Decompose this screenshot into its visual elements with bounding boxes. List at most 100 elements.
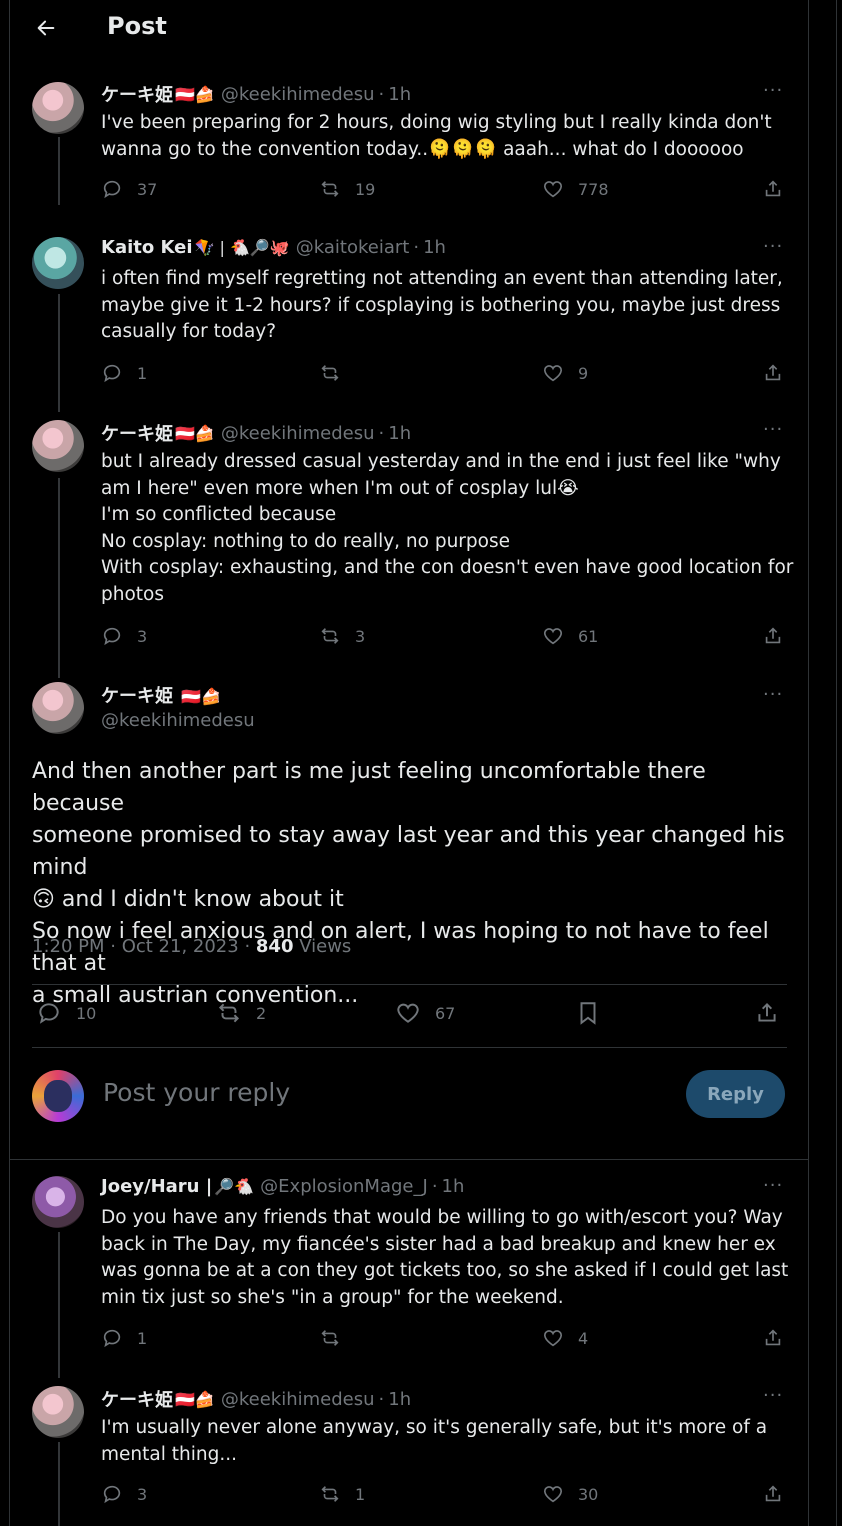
post-header: Joey/Haru | 🔎🐔 @ExplosionMage_J · 1h bbox=[101, 1176, 464, 1197]
like-button[interactable]: 4 bbox=[542, 1327, 588, 1349]
avatar[interactable] bbox=[32, 237, 84, 289]
timestamp[interactable]: 1h bbox=[388, 423, 411, 444]
like-icon bbox=[543, 1330, 563, 1347]
bookmark-button[interactable] bbox=[575, 1000, 601, 1026]
repost-button[interactable]: 3 bbox=[319, 625, 365, 647]
handle[interactable]: @kaitokeiart bbox=[296, 237, 410, 258]
display-name[interactable]: Joey/Haru | bbox=[101, 1176, 212, 1197]
like-button[interactable]: 9 bbox=[542, 362, 588, 384]
display-name[interactable]: ケーキ姫 bbox=[101, 686, 173, 707]
more-icon[interactable]: ··· bbox=[763, 419, 783, 440]
thread-connector bbox=[58, 294, 60, 412]
like-button[interactable]: 30 bbox=[542, 1483, 598, 1505]
display-name[interactable]: ケーキ姫 bbox=[101, 420, 173, 446]
repost-icon bbox=[218, 1003, 240, 1023]
like-count: 778 bbox=[578, 179, 609, 199]
handle[interactable]: @keekihimedesu bbox=[221, 1389, 375, 1410]
reply-icon bbox=[103, 1485, 121, 1504]
thread-connector bbox=[58, 478, 60, 678]
share-button[interactable] bbox=[762, 625, 784, 647]
avatar[interactable] bbox=[32, 82, 84, 134]
more-icon[interactable]: ··· bbox=[763, 1175, 783, 1196]
more-icon[interactable]: ··· bbox=[763, 236, 783, 257]
repost-count: 2 bbox=[256, 1003, 267, 1023]
sidebar-border bbox=[836, 0, 837, 1526]
divider bbox=[32, 984, 787, 985]
reply-button[interactable]: 10 bbox=[36, 1000, 96, 1026]
more-icon[interactable]: ··· bbox=[763, 80, 783, 101]
post-text: I've been preparing for 2 hours, doing w… bbox=[101, 112, 772, 160]
separator-dot: · bbox=[431, 1176, 438, 1197]
like-button[interactable]: 778 bbox=[542, 178, 609, 200]
like-button[interactable]: 67 bbox=[395, 1000, 455, 1026]
reply-input[interactable]: Post your reply bbox=[103, 1078, 290, 1107]
repost-count: 19 bbox=[355, 179, 376, 199]
reply-count: 3 bbox=[137, 626, 148, 646]
share-button[interactable] bbox=[762, 362, 784, 384]
post-actions: 37 19 778 bbox=[101, 178, 801, 208]
main-post-datetime[interactable]: 1:20 PM · Oct 21, 2023 bbox=[32, 936, 239, 957]
repost-icon bbox=[321, 1486, 339, 1502]
reply-button[interactable]: 1 bbox=[101, 1327, 147, 1349]
divider bbox=[10, 1159, 808, 1160]
share-icon bbox=[765, 364, 781, 381]
back-arrow-icon bbox=[37, 20, 55, 36]
thread-connector bbox=[58, 137, 60, 205]
post-text: i often find myself regretting not atten… bbox=[101, 268, 783, 342]
post-header: ケーキ姫 🇦🇹🍰 @keekihimedesu · 1h bbox=[101, 420, 411, 446]
timestamp[interactable]: 1h bbox=[442, 1176, 465, 1197]
reply-button[interactable]: 37 bbox=[101, 178, 157, 200]
name-emoji: 🇦🇹🍰 bbox=[175, 423, 215, 443]
more-icon[interactable]: ··· bbox=[763, 1385, 783, 1406]
repost-icon bbox=[321, 365, 339, 381]
reply-icon bbox=[103, 627, 121, 646]
display-name[interactable]: Kaito Kei bbox=[101, 237, 193, 258]
share-button[interactable] bbox=[762, 1483, 784, 1505]
reply-count: 1 bbox=[137, 363, 148, 383]
repost-button[interactable]: 1 bbox=[319, 1483, 365, 1505]
avatar[interactable] bbox=[32, 1386, 84, 1438]
repost-button[interactable]: 2 bbox=[216, 1000, 266, 1026]
divider bbox=[32, 1047, 787, 1048]
separator-dot: · bbox=[378, 1388, 385, 1410]
name-emoji: 🔎🐔 bbox=[214, 1177, 255, 1196]
timestamp[interactable]: 1h bbox=[388, 1389, 411, 1410]
reply-button[interactable]: 1 bbox=[101, 362, 147, 384]
timestamp[interactable]: 1h bbox=[388, 84, 411, 105]
repost-count: 1 bbox=[355, 1484, 366, 1504]
repost-button[interactable] bbox=[319, 362, 355, 384]
handle[interactable]: @keekihimedesu bbox=[221, 84, 375, 105]
back-button[interactable] bbox=[32, 14, 60, 42]
my-avatar[interactable] bbox=[32, 1070, 84, 1122]
repost-button[interactable]: 19 bbox=[319, 178, 375, 200]
like-count: 4 bbox=[578, 1328, 589, 1348]
like-icon bbox=[543, 365, 563, 382]
reply-submit-button[interactable]: Reply bbox=[686, 1070, 785, 1118]
main-post-meta: 1:20 PM · Oct 21, 2023 · 840 Views bbox=[32, 936, 351, 957]
post-header: Kaito Kei 🪁 | 🐔🔎🐙 @kaitokeiart · 1h bbox=[101, 237, 446, 258]
reply-button[interactable]: 3 bbox=[101, 625, 147, 647]
header: Post bbox=[10, 0, 808, 58]
like-count: 61 bbox=[578, 626, 599, 646]
separator-dot: · bbox=[413, 237, 420, 258]
share-button[interactable] bbox=[754, 1000, 780, 1026]
display-name[interactable]: ケーキ姫 bbox=[101, 81, 173, 107]
avatar[interactable] bbox=[32, 420, 84, 472]
repost-button[interactable] bbox=[319, 1327, 355, 1349]
handle[interactable]: @ExplosionMage_J bbox=[260, 1176, 428, 1197]
reply-button[interactable]: 3 bbox=[101, 1483, 147, 1505]
like-button[interactable]: 61 bbox=[542, 625, 598, 647]
share-button[interactable] bbox=[762, 178, 784, 200]
post-header: ケーキ姫 🇦🇹🍰 @keekihimedesu · 1h bbox=[101, 1386, 411, 1412]
share-button[interactable] bbox=[762, 1327, 784, 1349]
avatar[interactable] bbox=[32, 1176, 84, 1228]
display-name[interactable]: ケーキ姫 bbox=[101, 1386, 173, 1412]
avatar[interactable] bbox=[32, 682, 84, 734]
timestamp[interactable]: 1h bbox=[423, 237, 446, 258]
share-icon bbox=[765, 1329, 781, 1346]
handle[interactable]: @keekihimedesu bbox=[101, 710, 255, 731]
repost-icon bbox=[321, 181, 339, 197]
reply-count: 10 bbox=[76, 1003, 97, 1023]
handle[interactable]: @keekihimedesu bbox=[221, 423, 375, 444]
more-icon[interactable]: ··· bbox=[763, 684, 783, 705]
